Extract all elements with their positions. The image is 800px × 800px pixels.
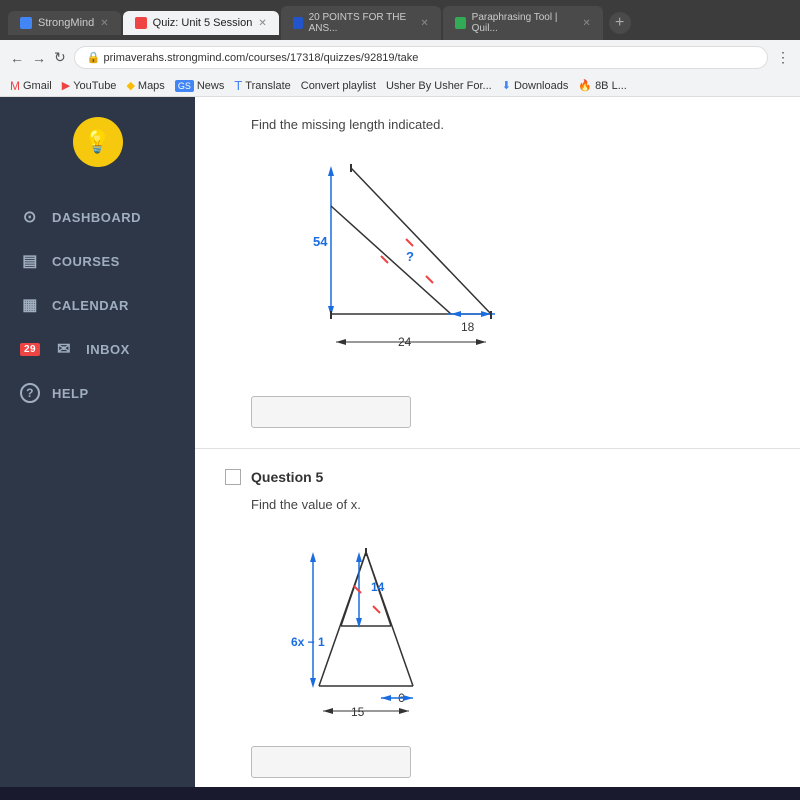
bookmark-usher-label: Usher By Usher For...	[386, 80, 492, 92]
q5-label-14: 14	[371, 580, 385, 594]
sidebar-item-calendar[interactable]: ▦ CALENDAR	[0, 285, 195, 325]
sidebar-item-dashboard[interactable]: ⊙ DASHBOARD	[0, 197, 195, 237]
bookmark-gmail[interactable]: M Gmail	[10, 79, 52, 93]
q5-label-15: 15	[351, 705, 365, 719]
tab-label-para: Paraphrasing Tool | Quil...	[472, 12, 577, 34]
sidebar-item-inbox-label: INBOX	[86, 342, 130, 357]
bookmark-convert-label: Convert playlist	[301, 80, 376, 92]
sidebar-item-courses[interactable]: ▤ COURSES	[0, 241, 195, 281]
tab-favicon-para	[455, 17, 466, 29]
question4-block: Find the missing length indicated. 54	[195, 97, 800, 449]
q4-diagram-area: 54 ?	[251, 146, 770, 381]
bookmark-8b-label: 8B L...	[595, 80, 627, 92]
address-bar-row: ← → ↻ 🔒 primaverahs.strongmind.com/cours…	[0, 40, 800, 75]
tab-strongmind[interactable]: StrongMind ✕	[8, 11, 121, 35]
sidebar-item-inbox[interactable]: 29 ✉ INBOX	[0, 329, 195, 369]
inbox-badge: 29	[20, 343, 40, 356]
tab-close-quiz-icon[interactable]: ✕	[258, 18, 266, 29]
tab-close-points-icon[interactable]: ✕	[420, 18, 428, 29]
q5-answer-box[interactable]	[251, 746, 411, 778]
tab-favicon-quiz	[135, 17, 147, 29]
bookmark-youtube[interactable]: ▶ YouTube	[62, 79, 117, 92]
content-area: Find the missing length indicated. 54	[195, 97, 800, 787]
calendar-icon: ▦	[20, 295, 40, 315]
bookmark-8b[interactable]: 🔥 8B L...	[578, 79, 627, 92]
menu-button[interactable]: ⋮	[776, 49, 790, 66]
back-button[interactable]: ←	[10, 50, 24, 66]
sidebar-item-courses-label: COURSES	[52, 254, 120, 269]
bookmark-maps[interactable]: ◆ Maps	[126, 79, 164, 92]
q4-label-unknown: ?	[406, 249, 414, 264]
q5-checkbox[interactable]	[225, 469, 241, 485]
tab-label-quiz: Quiz: Unit 5 Session	[153, 17, 253, 29]
tab-paraphrase[interactable]: Paraphrasing Tool | Quil... ✕	[443, 6, 603, 40]
q5-diagram-svg: 14 6x − 1 6 1	[251, 526, 491, 726]
maps-icon: ◆	[126, 79, 134, 92]
q4-answer-box[interactable]	[251, 396, 411, 428]
bookmark-8b-icon: 🔥	[578, 79, 592, 92]
q5-instruction: Find the value of x.	[251, 497, 770, 512]
bookmark-maps-label: Maps	[138, 80, 165, 92]
browser-chrome: StrongMind ✕ Quiz: Unit 5 Session ✕ 20 P…	[0, 0, 800, 97]
tab-favicon	[20, 17, 32, 29]
youtube-icon: ▶	[62, 79, 70, 92]
translate-icon: T	[234, 78, 242, 93]
bookmark-translate-label: Translate	[245, 80, 290, 92]
lock-icon: 🔒	[87, 52, 104, 64]
q4-label-18: 18	[461, 320, 475, 334]
bookmark-youtube-label: YouTube	[73, 80, 116, 92]
gmail-icon: M	[10, 79, 20, 93]
tab-bar: StrongMind ✕ Quiz: Unit 5 Session ✕ 20 P…	[0, 0, 800, 40]
q4-label-54: 54	[313, 234, 328, 249]
refresh-button[interactable]: ↻	[54, 49, 66, 66]
download-icon: ⬇	[502, 79, 511, 92]
sidebar-item-help[interactable]: ? HELP	[0, 373, 195, 413]
logo-icon: 💡	[84, 129, 111, 155]
q5-diagram-area: 14 6x − 1 6 1	[251, 526, 770, 731]
bookmark-downloads-label: Downloads	[514, 80, 568, 92]
sidebar-item-help-label: HELP	[52, 386, 89, 401]
address-bar[interactable]: 🔒 primaverahs.strongmind.com/courses/173…	[74, 46, 768, 69]
bookmark-downloads[interactable]: ⬇ Downloads	[502, 79, 569, 92]
bookmark-translate[interactable]: T Translate	[234, 78, 290, 93]
new-tab-button[interactable]: +	[609, 12, 631, 34]
question5-block: Question 5 Find the value of x.	[195, 449, 800, 787]
tab-label-points: 20 POINTS FOR THE ANS...	[309, 12, 415, 34]
q4-instruction: Find the missing length indicated.	[251, 117, 770, 132]
main-area: 💡 ⊙ DASHBOARD ▤ COURSES ▦ CALENDAR 29 ✉ …	[0, 97, 800, 787]
q5-header: Question 5	[225, 469, 770, 485]
sidebar-nav: ⊙ DASHBOARD ▤ COURSES ▦ CALENDAR 29 ✉ IN…	[0, 197, 195, 413]
sidebar: 💡 ⊙ DASHBOARD ▤ COURSES ▦ CALENDAR 29 ✉ …	[0, 97, 195, 787]
tab-label: StrongMind	[38, 17, 94, 29]
tab-close-para-icon[interactable]: ✕	[582, 18, 590, 29]
sidebar-logo: 💡	[73, 117, 123, 167]
tab-close-icon[interactable]: ✕	[100, 18, 108, 29]
bookmark-usher[interactable]: Usher By Usher For...	[386, 80, 492, 92]
tab-20points[interactable]: 20 POINTS FOR THE ANS... ✕	[281, 6, 441, 40]
q4-diagram-svg: 54 ?	[251, 146, 551, 376]
bookmark-gmail-label: Gmail	[23, 80, 52, 92]
news-icon: GS	[175, 80, 194, 92]
sidebar-item-dashboard-label: DASHBOARD	[52, 210, 141, 225]
inbox-icon: ✉	[54, 339, 74, 359]
bookmark-news[interactable]: GS News	[175, 80, 225, 92]
courses-icon: ▤	[20, 251, 40, 271]
bookmarks-bar: M Gmail ▶ YouTube ◆ Maps GS News T Trans…	[0, 75, 800, 97]
q5-label-6x1: 6x − 1	[291, 635, 325, 649]
help-icon: ?	[20, 383, 40, 403]
bookmark-convert[interactable]: Convert playlist	[301, 80, 376, 92]
tab-favicon-points	[293, 17, 303, 29]
sidebar-item-calendar-label: CALENDAR	[52, 298, 129, 313]
dashboard-icon: ⊙	[20, 207, 40, 227]
url-text: primaverahs.strongmind.com/courses/17318…	[104, 52, 419, 64]
tab-quiz[interactable]: Quiz: Unit 5 Session ✕	[123, 11, 279, 35]
bookmark-news-label: News	[197, 80, 225, 92]
forward-button[interactable]: →	[32, 50, 46, 66]
q5-title: Question 5	[251, 469, 323, 485]
